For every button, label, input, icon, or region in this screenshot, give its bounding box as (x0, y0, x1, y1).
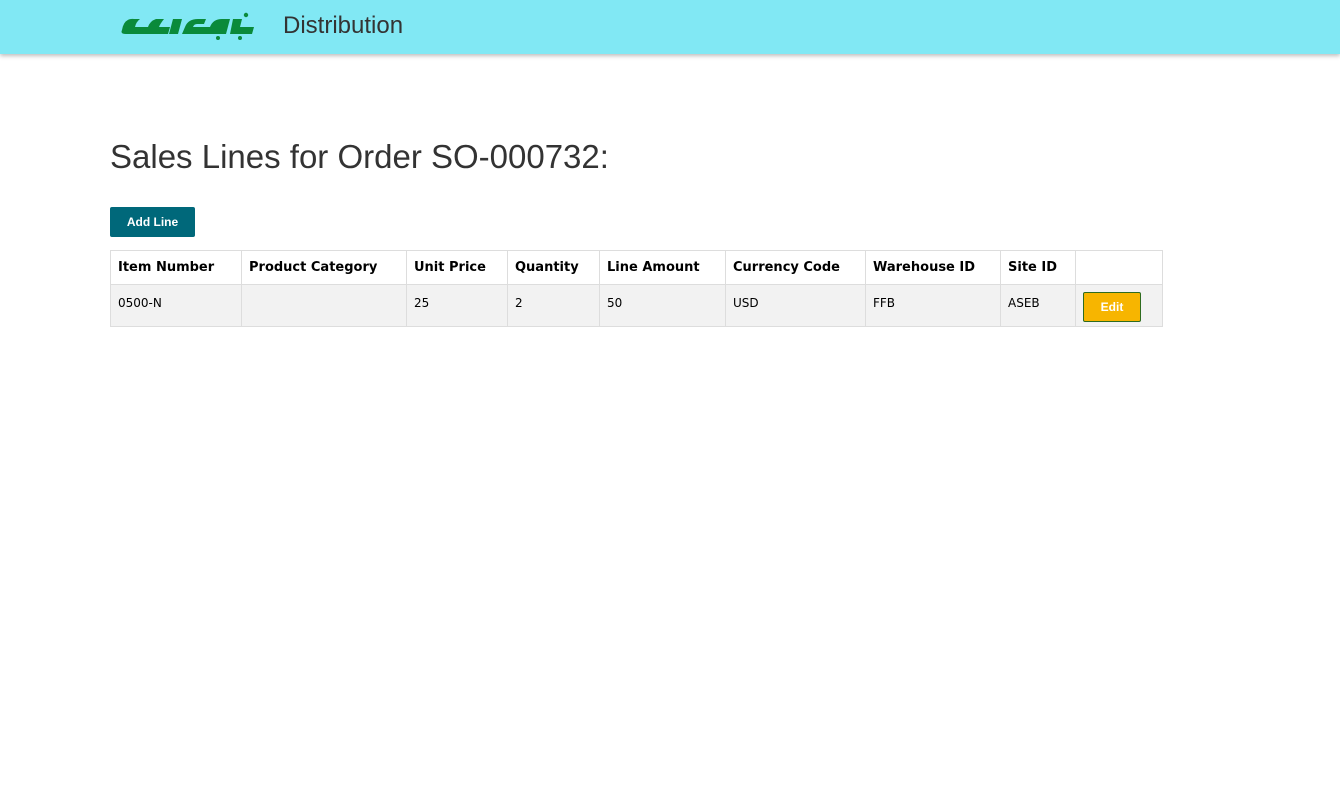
cell-item-number: 0500-N (110, 284, 242, 327)
table-row: 0500-N 25 2 50 USD FFB ASEB Edit (110, 284, 1163, 327)
column-header-item-number: Item Number (110, 250, 242, 285)
column-header-site-id: Site ID (1000, 250, 1076, 285)
edit-button[interactable]: Edit (1083, 292, 1141, 322)
column-header-currency-code: Currency Code (725, 250, 866, 285)
app-name[interactable]: Distribution (283, 12, 403, 40)
top-navbar: Distribution (0, 0, 1340, 54)
cell-product-category (241, 284, 407, 327)
cell-quantity: 2 (507, 284, 600, 327)
cell-line-amount: 50 (599, 284, 726, 327)
column-header-product-category: Product Category (241, 250, 407, 285)
column-header-actions (1075, 250, 1163, 285)
add-line-button[interactable]: Add Line (110, 207, 195, 237)
page-title: Sales Lines for Order SO-000732: (110, 138, 609, 175)
cell-unit-price: 25 (406, 284, 508, 327)
cell-currency-code: USD (725, 284, 866, 327)
sales-lines-table: Item Number Product Category Unit Price … (110, 250, 1163, 327)
column-header-warehouse-id: Warehouse ID (865, 250, 1001, 285)
cell-actions: Edit (1075, 284, 1163, 327)
column-header-line-amount: Line Amount (599, 250, 726, 285)
cell-site-id: ASEB (1000, 284, 1076, 327)
column-header-quantity: Quantity (507, 250, 600, 285)
company-logo[interactable] (118, 10, 260, 40)
table-header-row: Item Number Product Category Unit Price … (110, 250, 1163, 285)
cell-warehouse-id: FFB (865, 284, 1001, 327)
column-header-unit-price: Unit Price (406, 250, 508, 285)
